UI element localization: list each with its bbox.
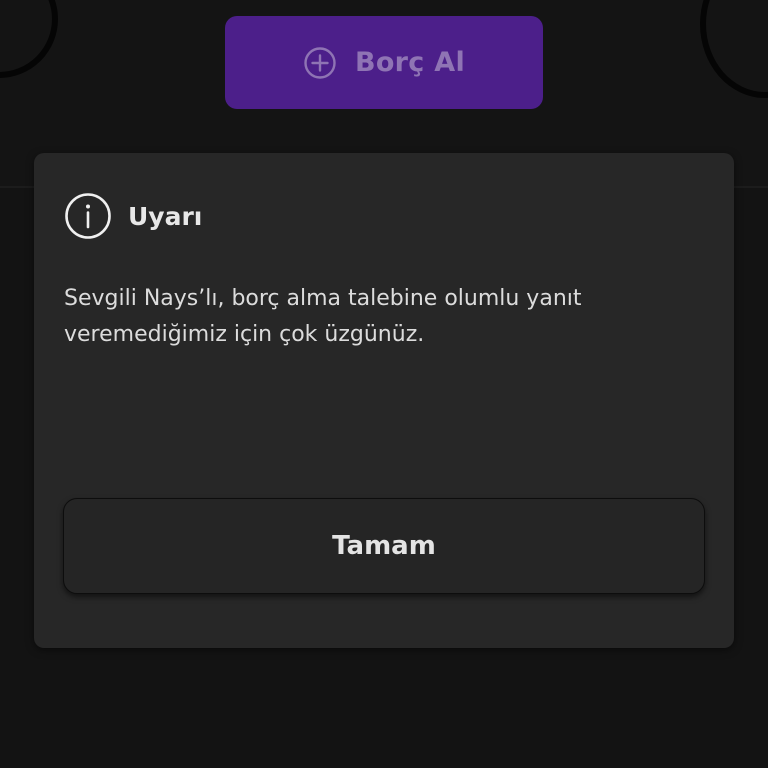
- dialog-header: Uyarı: [64, 193, 202, 239]
- ok-button[interactable]: Tamam: [63, 498, 705, 594]
- screen: Borç Al Uyarı Sevgili Nays’lı, borç alma…: [0, 0, 768, 768]
- dialog-title: Uyarı: [128, 201, 203, 231]
- alert-dialog: Uyarı Sevgili Nays’lı, borç alma talebin…: [34, 153, 734, 648]
- borrow-button-label: Borç Al: [354, 47, 466, 78]
- info-circle-icon: [65, 193, 111, 239]
- dialog-message: Sevgili Nays’lı, borç alma talebine olum…: [64, 286, 582, 347]
- plus-circle-icon: [304, 46, 336, 79]
- borrow-button[interactable]: Borç Al: [225, 16, 543, 109]
